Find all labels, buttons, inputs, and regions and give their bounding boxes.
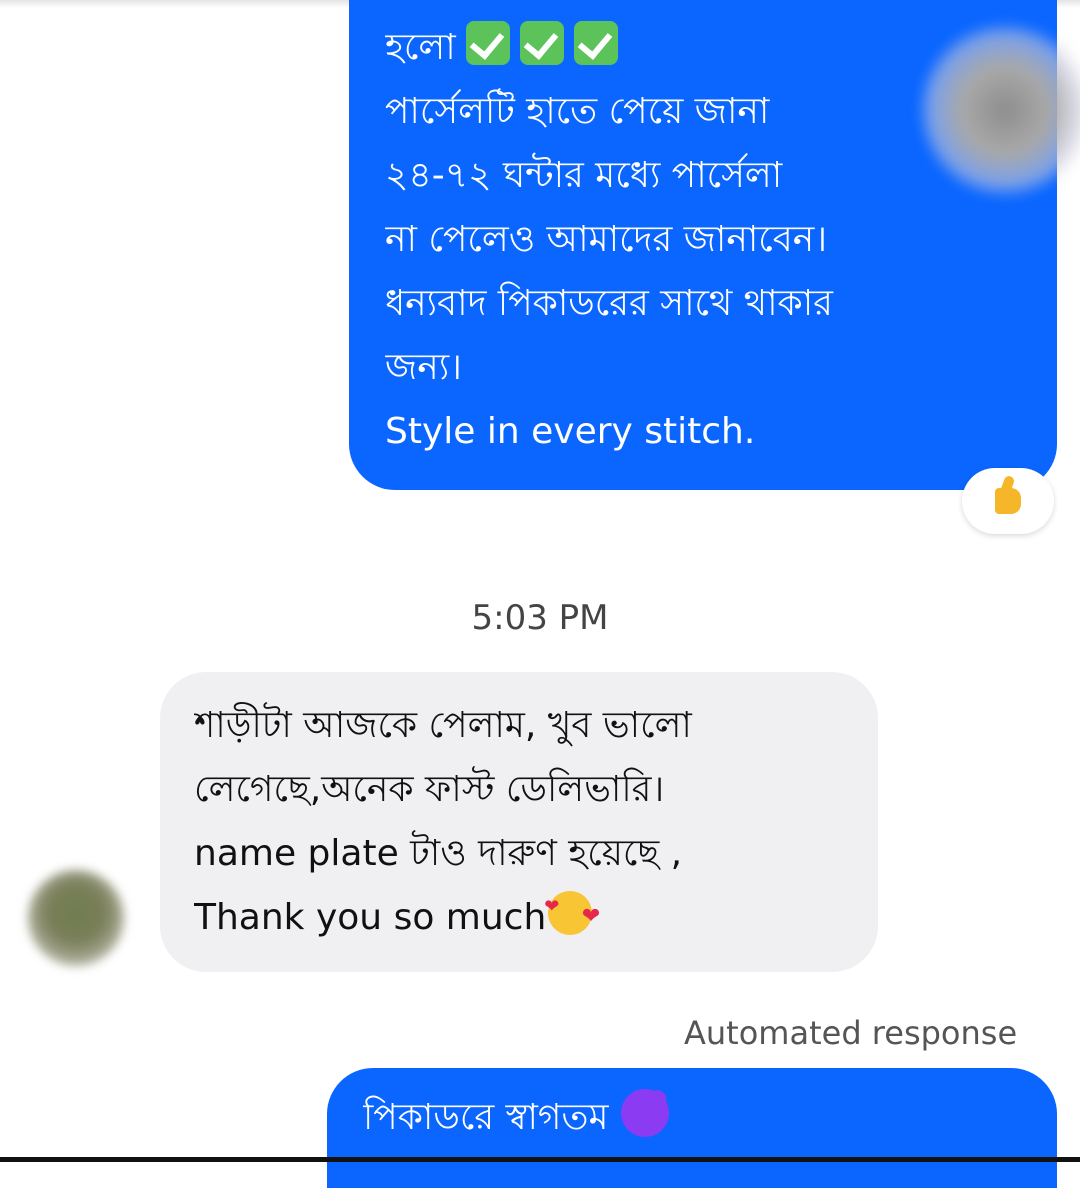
message-line: Style in every stitch. <box>385 411 756 452</box>
outgoing-message-bubble[interactable]: পিকাডরে স্বাগতম <box>327 1068 1057 1188</box>
smiling-face-with-hearts-icon <box>544 886 600 949</box>
message-line: লেগেছে,অনেক ফাস্ট ডেলিভারি। <box>194 769 665 810</box>
message-line: না পেলেও আমাদের জানাবেন। <box>385 219 828 260</box>
sender-avatar[interactable] <box>28 870 124 966</box>
message-line: হলো <box>385 16 1021 80</box>
message-line: ধন্যবাদ পিকাডরের সাথে থাকার <box>385 283 833 324</box>
check-mark-icon <box>465 21 510 65</box>
automated-response-label: Automated response <box>684 1014 1018 1052</box>
thumbs-up-icon <box>995 488 1021 514</box>
message-line: শাড়ীটা আজকে পেলাম, খুব ভালো <box>194 705 692 746</box>
reaction-badge[interactable] <box>962 468 1054 534</box>
check-mark-icon <box>519 21 564 65</box>
message-line: Thank you so much <box>194 886 844 950</box>
message-line: পিকাডরে স্বাগতম <box>363 1086 1021 1150</box>
message-line: জন্য। <box>385 347 463 388</box>
incoming-message-bubble[interactable]: শাড়ীটা আজকে পেলাম, খুব ভালো লেগেছে,অনেক… <box>160 672 878 972</box>
message-line: name plate টাও দারুণ হয়েছে , <box>194 833 683 874</box>
blurred-avatar <box>920 20 1080 200</box>
message-timestamp: 5:03 PM <box>471 598 609 638</box>
message-line: ২৪-৭২ ঘন্টার মধ্যে পার্সেলা <box>385 155 783 196</box>
purple-heart-icon <box>620 1086 671 1143</box>
check-mark-icon <box>573 21 618 65</box>
bottom-edge-bar <box>0 1157 1080 1162</box>
